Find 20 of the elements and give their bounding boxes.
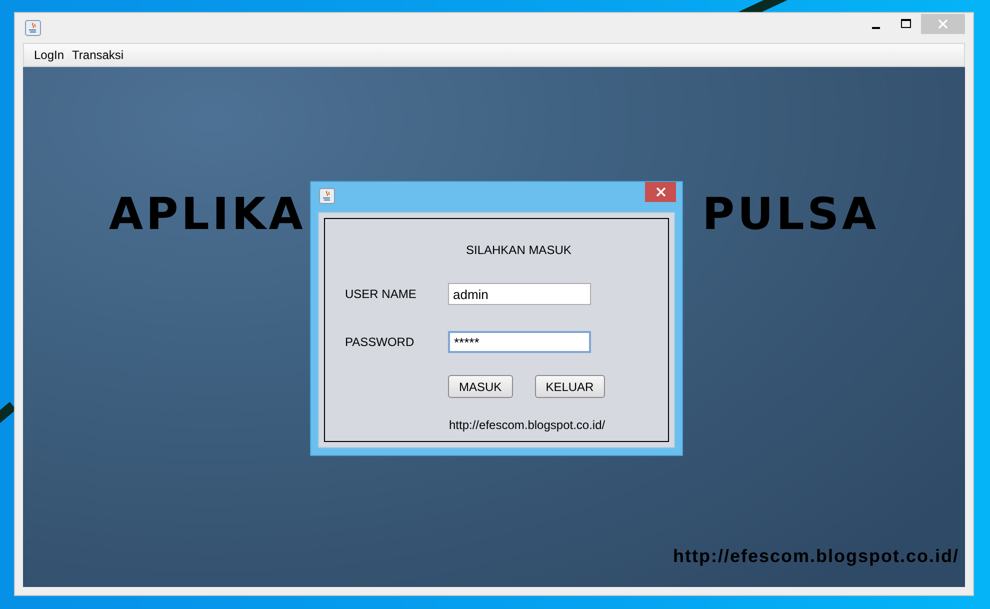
username-field[interactable]: admin — [448, 283, 591, 305]
app-icon — [319, 188, 335, 204]
login-button[interactable]: MASUK — [448, 375, 513, 398]
website-text: http://efescom.blogspot.co.id/ — [673, 546, 959, 567]
menu-item[interactable]: LogIn — [30, 48, 68, 62]
website-text: http://efescom.blogspot.co.id/ — [449, 418, 606, 432]
password-field[interactable]: ***** — [448, 331, 591, 353]
minimize-icon — [872, 27, 880, 29]
close-icon — [938, 19, 948, 29]
form-heading: SILAHKAN MASUK — [466, 243, 572, 257]
maximize-icon — [901, 19, 911, 29]
banner-title: PULSA — [702, 191, 879, 239]
close-button[interactable] — [645, 182, 676, 202]
close-icon — [656, 187, 666, 197]
app-icon — [25, 20, 41, 36]
field-label: USER NAME — [344, 287, 418, 301]
exit-button[interactable]: KELUAR — [534, 375, 605, 398]
menu-item[interactable]: Transaksi — [68, 48, 128, 62]
field-label: PASSWORD — [344, 335, 416, 349]
banner-title: APLIKA — [109, 191, 306, 239]
